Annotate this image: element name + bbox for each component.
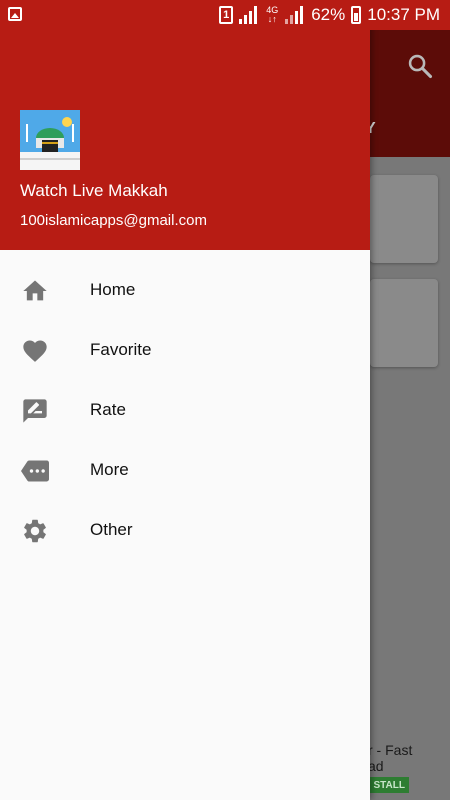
menu-item-label: Favorite	[90, 340, 152, 359]
ad-text: r - Fast ad	[368, 742, 413, 774]
menu-item-label: Rate	[90, 400, 126, 419]
menu-item-label: Other	[90, 520, 133, 539]
menu-item-home[interactable]: Home	[0, 260, 370, 320]
navigation-drawer: Watch Live Makkah 100islamicapps@gmail.c…	[0, 0, 370, 800]
content-card[interactable]	[370, 175, 438, 263]
app-name: Watch Live Makkah	[20, 181, 168, 200]
gallery-notification-icon	[8, 7, 22, 21]
more-tag-icon	[21, 460, 49, 482]
menu-item-label: Home	[90, 280, 136, 299]
drawer-header: Watch Live Makkah 100islamicapps@gmail.c…	[0, 0, 370, 250]
status-bar: 1 4G ↓↑ 62% 10:37 PM	[0, 0, 450, 30]
menu-item-favorite[interactable]: Favorite	[0, 320, 370, 380]
battery-percent: 62%	[311, 5, 346, 24]
search-icon[interactable]	[406, 52, 434, 80]
home-icon	[23, 280, 47, 301]
gear-icon	[24, 519, 46, 543]
menu-item-other[interactable]: Other	[0, 500, 370, 560]
content-card[interactable]	[370, 279, 438, 367]
signal-icon	[239, 6, 259, 24]
menu-item-more[interactable]: More	[0, 440, 370, 500]
app-logo	[20, 110, 80, 170]
menu-item-rate[interactable]: Rate	[0, 380, 370, 440]
drawer-menu: Home Favorite Rate More Other	[0, 260, 370, 560]
network-type: 4G ↓↑	[266, 5, 279, 24]
account-email: 100islamicapps@gmail.com	[20, 212, 207, 229]
signal-icon	[285, 6, 305, 24]
sim-slot-icon: 1	[219, 6, 234, 24]
menu-item-label: More	[90, 460, 129, 479]
ad-install-button[interactable]: STALL	[366, 777, 409, 793]
battery-icon	[351, 6, 362, 24]
rate-review-icon	[23, 399, 47, 423]
clock: 10:37 PM	[367, 5, 440, 24]
heart-icon	[23, 340, 47, 362]
